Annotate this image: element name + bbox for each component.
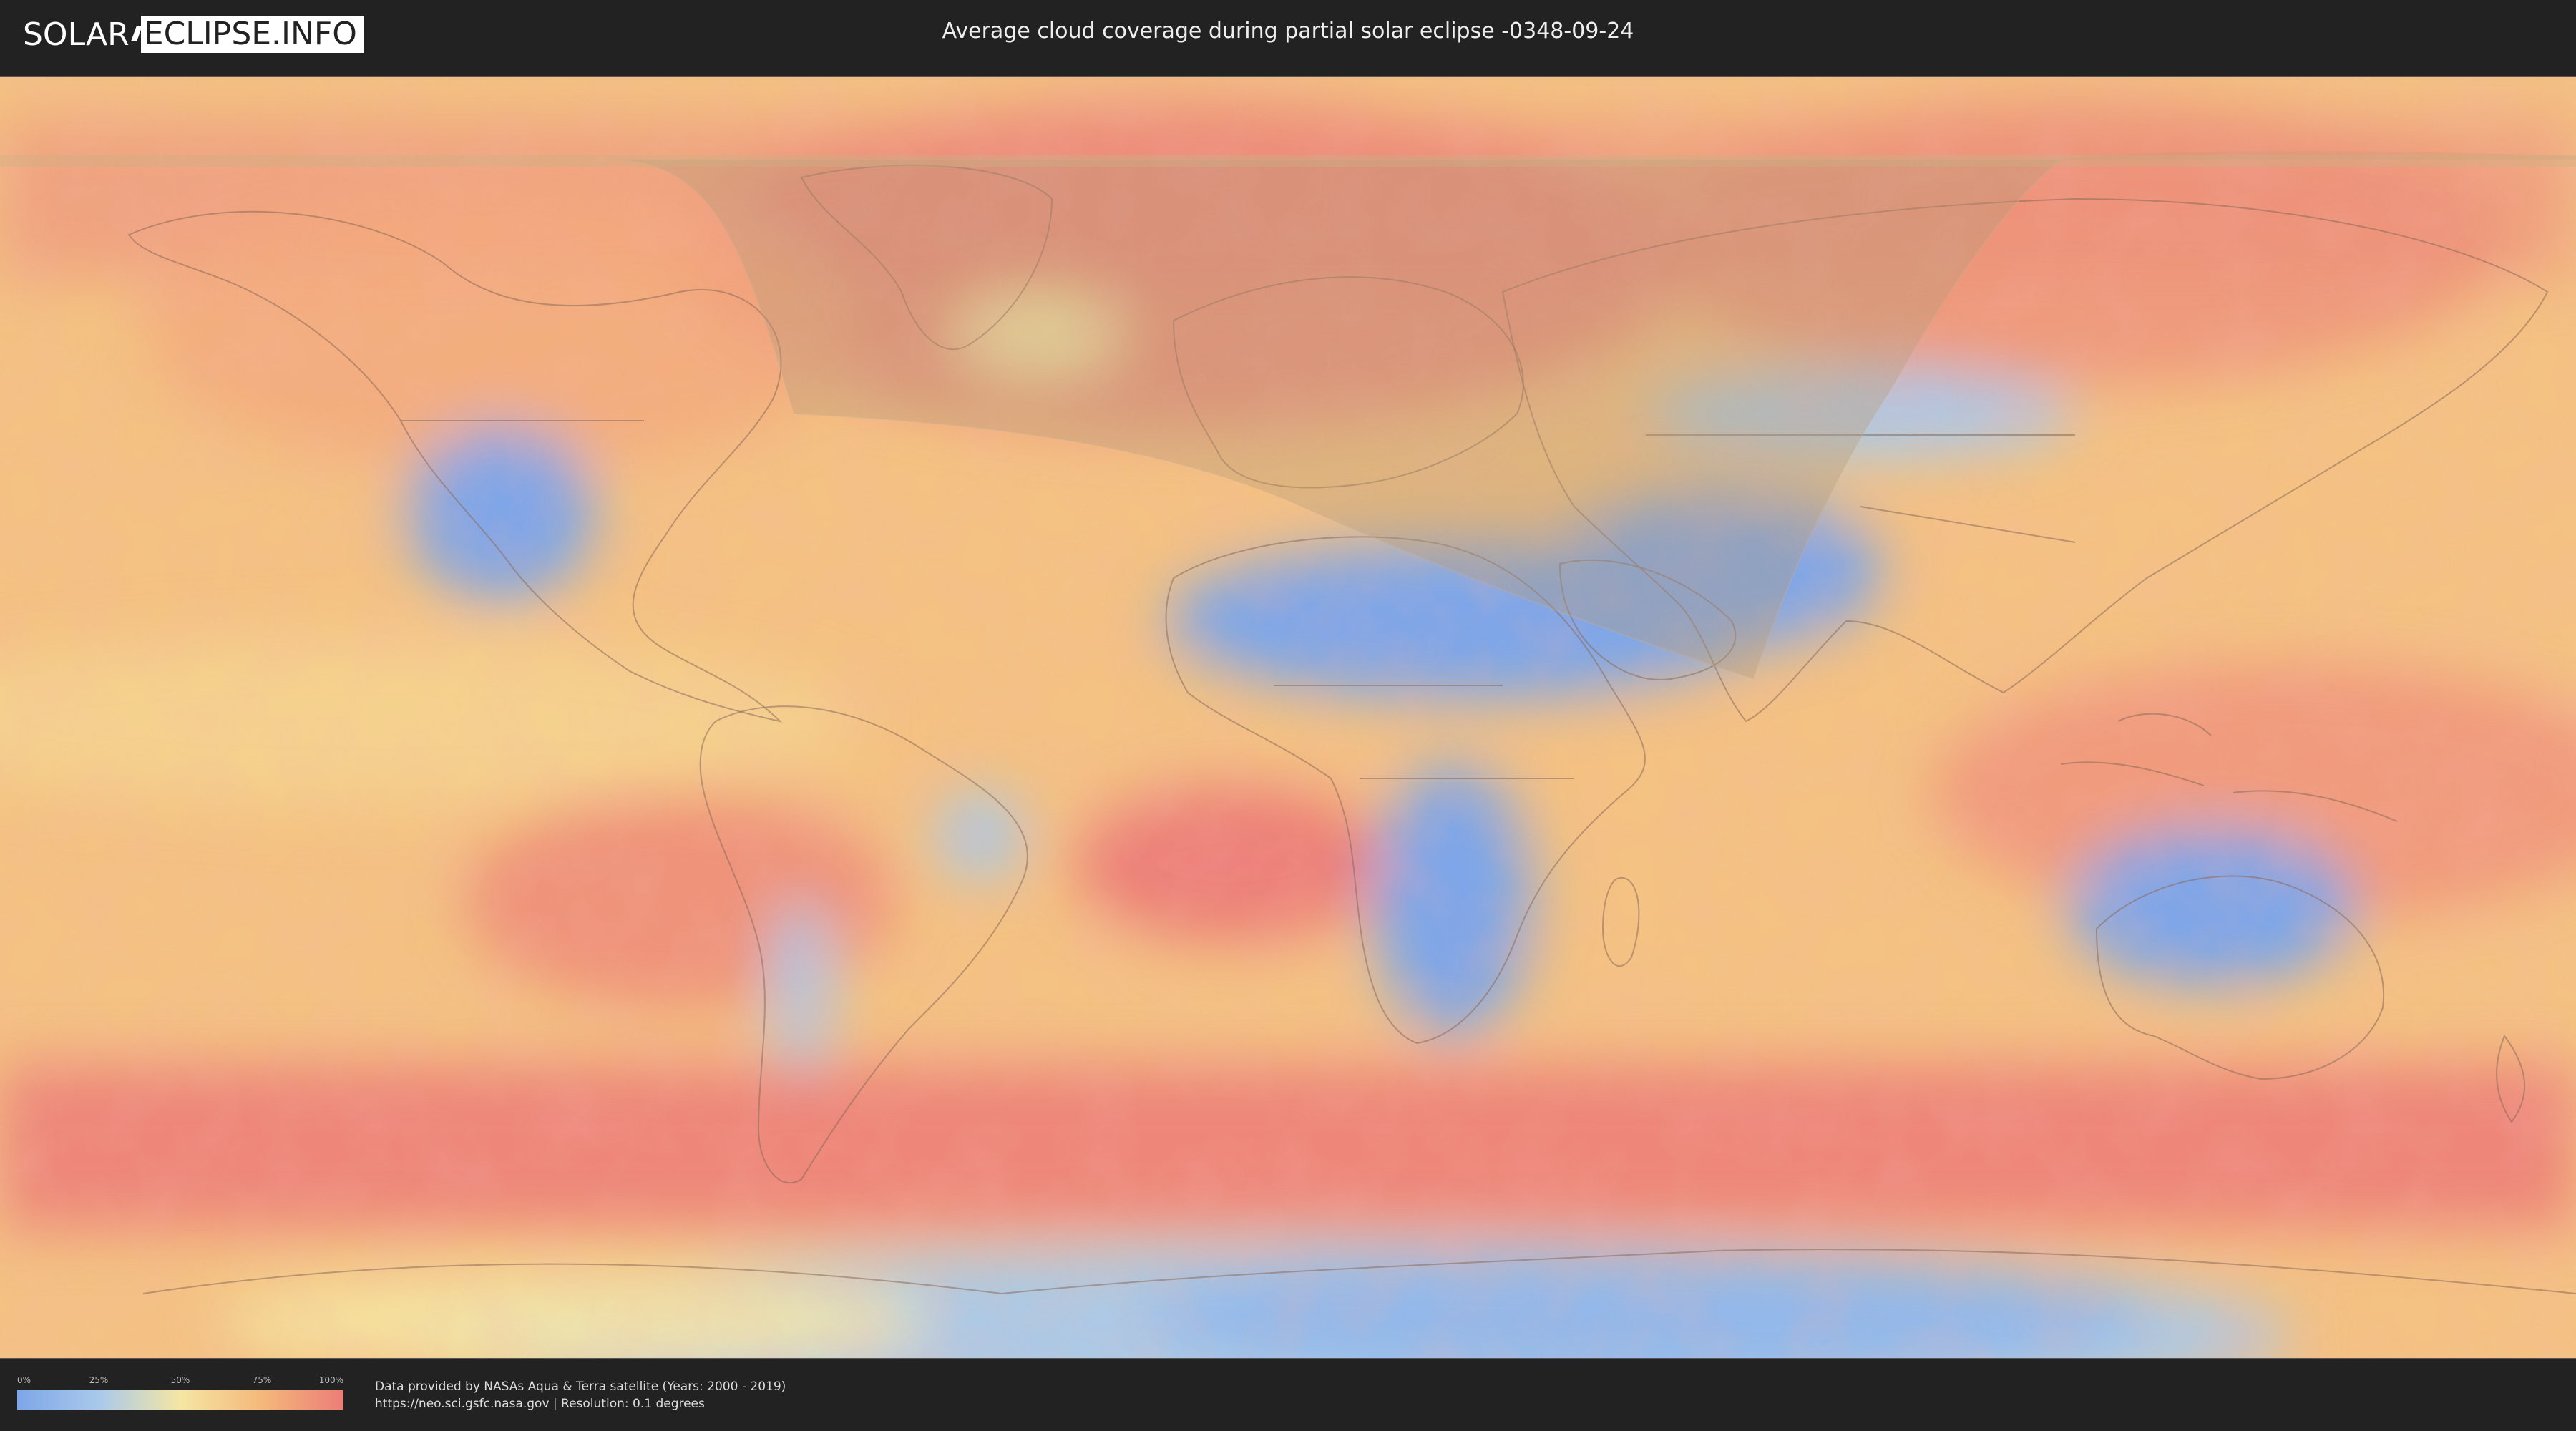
data-credits: Data provided by NASAs Aqua & Terra sate… <box>375 1378 786 1412</box>
footer: 0% 25% 50% 75% 100% Data provided by NAS… <box>0 1359 2576 1431</box>
legend-color-bar <box>17 1390 343 1410</box>
cloud-coverage-legend: 0% 25% 50% 75% 100% <box>17 1375 343 1411</box>
world-map-svg <box>0 77 2576 1358</box>
page-title: Average cloud coverage during partial so… <box>942 19 1634 44</box>
legend-tick-0: 0% <box>17 1375 31 1385</box>
legend-tick-25: 25% <box>89 1375 109 1385</box>
credit-line-url: https://neo.sci.gsfc.nasa.gov | Resoluti… <box>375 1397 705 1411</box>
legend-tick-75: 75% <box>252 1375 272 1385</box>
header: SOLAR ECLIPSE.INFO Average cloud coverag… <box>0 0 2576 72</box>
app: SOLAR ECLIPSE.INFO Average cloud coverag… <box>0 0 2576 1431</box>
cloud-coverage-map[interactable] <box>0 76 2576 1359</box>
legend-tick-50: 50% <box>170 1375 190 1385</box>
credit-line-source: Data provided by NASAs Aqua & Terra sate… <box>375 1379 786 1394</box>
legend-tick-100: 100% <box>318 1375 343 1385</box>
